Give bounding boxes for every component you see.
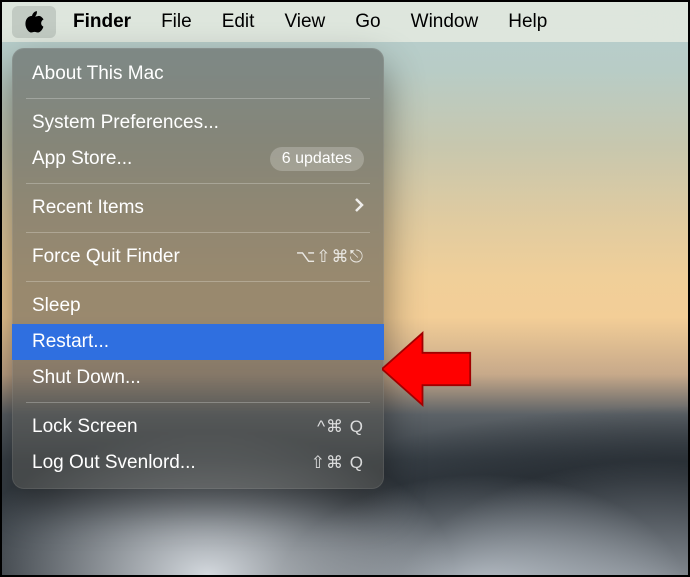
menu-label: Force Quit Finder [32,246,180,268]
menubar: Finder File Edit View Go Window Help [2,2,688,42]
menu-shortcut: ⌥⇧⌘⎋ [296,247,364,267]
menubar-file[interactable]: File [146,2,207,42]
apple-menu-dropdown: About This Mac System Preferences... App… [12,48,384,489]
menu-restart[interactable]: Restart... [12,324,384,360]
menu-separator [26,183,370,184]
menu-label: Sleep [32,295,81,317]
chevron-right-icon [354,197,364,219]
menu-recent-items[interactable]: Recent Items [12,190,384,226]
menu-separator [26,232,370,233]
menu-shortcut: ^⌘ Q [317,417,364,437]
menubar-help[interactable]: Help [493,2,562,42]
screenshot-frame: Finder File Edit View Go Window Help Abo… [0,0,690,577]
menu-force-quit[interactable]: Force Quit Finder ⌥⇧⌘⎋ [12,239,384,275]
menu-label: Lock Screen [32,416,138,438]
annotation-arrow-icon [382,324,472,414]
menubar-view[interactable]: View [269,2,340,42]
menubar-window[interactable]: Window [396,2,494,42]
menu-separator [26,281,370,282]
menu-separator [26,402,370,403]
apple-logo-icon [24,11,44,33]
menubar-app-name[interactable]: Finder [58,2,146,42]
menu-label: Recent Items [32,197,144,219]
menu-sleep[interactable]: Sleep [12,288,384,324]
menu-system-preferences[interactable]: System Preferences... [12,105,384,141]
menubar-edit[interactable]: Edit [207,2,270,42]
apple-menu-button[interactable] [12,6,56,38]
menu-label: About This Mac [32,63,164,85]
menu-lock-screen[interactable]: Lock Screen ^⌘ Q [12,409,384,445]
menu-about-this-mac[interactable]: About This Mac [12,56,384,92]
menu-shut-down[interactable]: Shut Down... [12,360,384,396]
menubar-go[interactable]: Go [340,2,395,42]
menu-label: Shut Down... [32,367,141,389]
menu-shortcut: ⇧⌘ Q [311,453,364,473]
menu-label: Restart... [32,331,109,353]
menu-label: Log Out Svenlord... [32,452,196,474]
menu-separator [26,98,370,99]
menu-label: App Store... [32,148,132,170]
menu-label: System Preferences... [32,112,219,134]
menu-log-out[interactable]: Log Out Svenlord... ⇧⌘ Q [12,445,384,481]
updates-badge: 6 updates [270,147,364,171]
menu-app-store[interactable]: App Store... 6 updates [12,141,384,177]
